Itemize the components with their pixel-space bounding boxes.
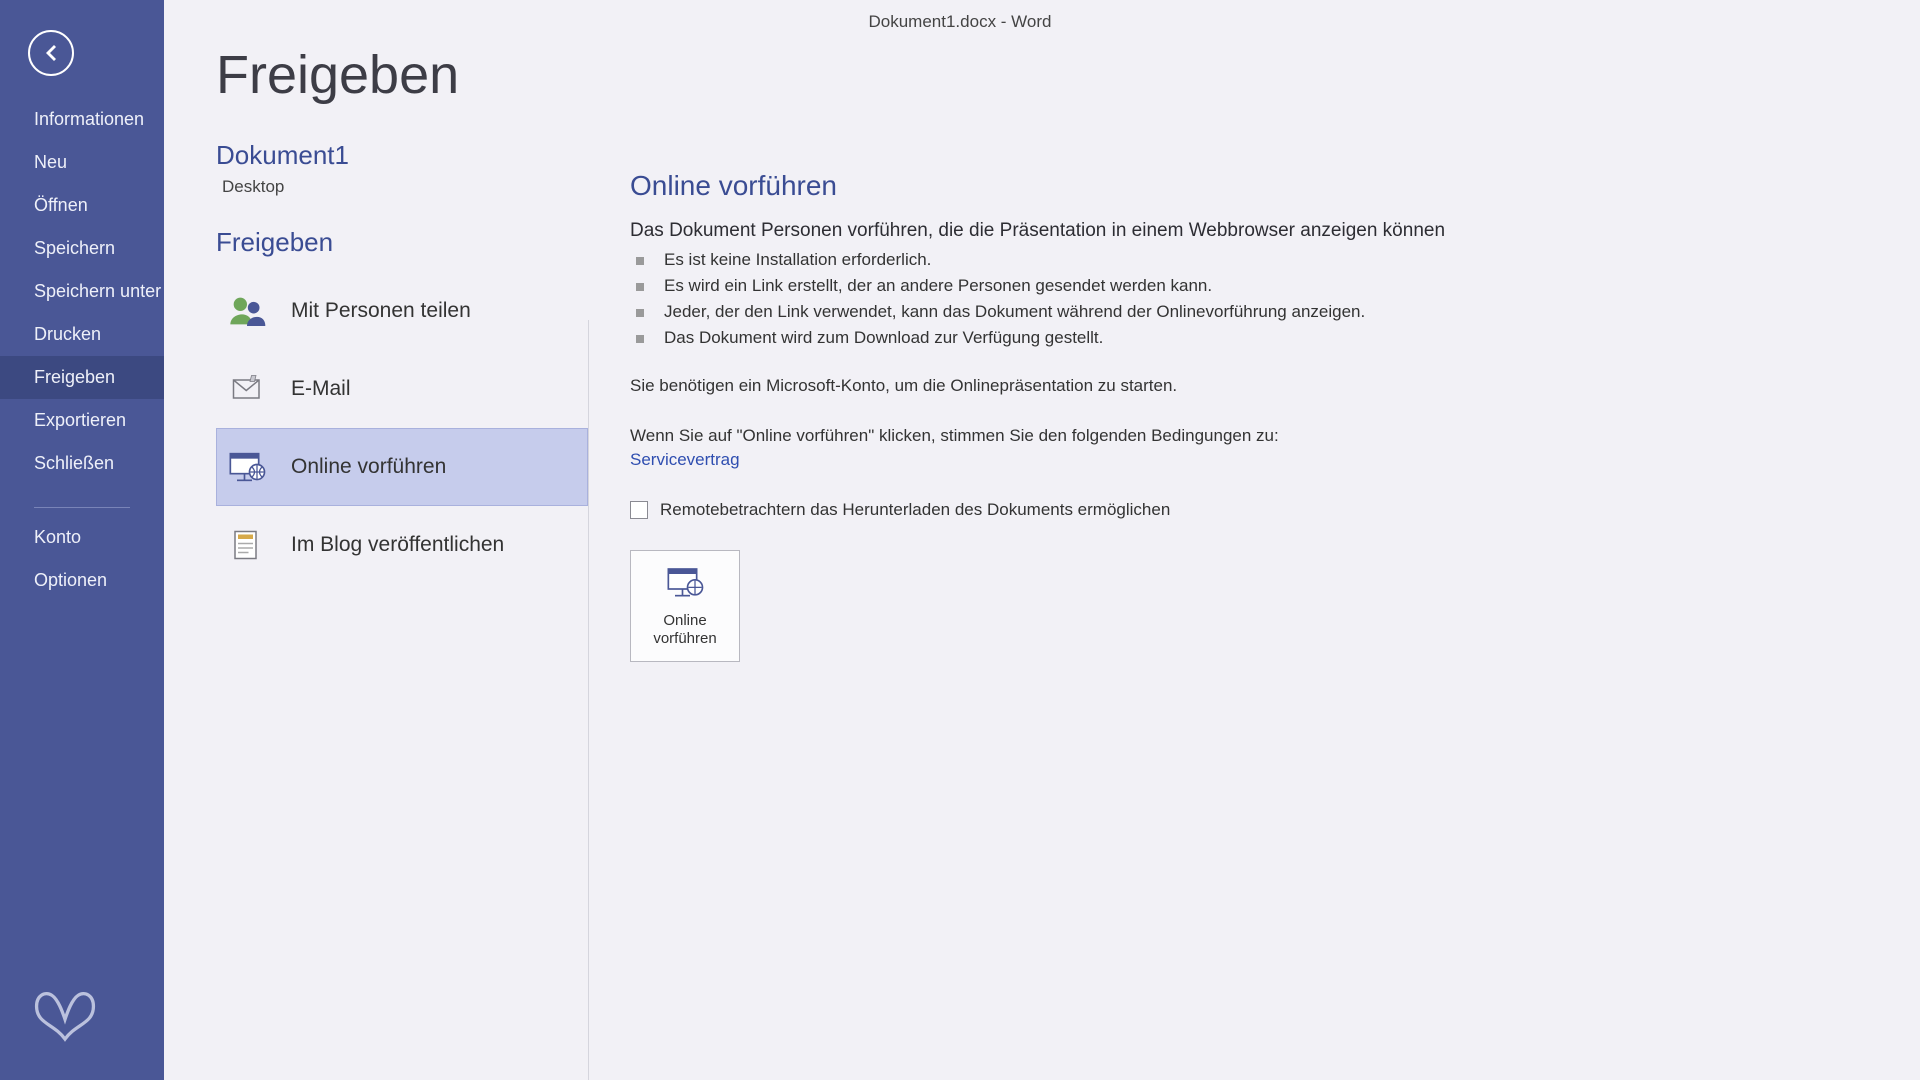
detail-bullet: Jeder, der den Link verwendet, kann das … [630,302,1880,322]
service-agreement-link[interactable]: Servicevertrag [630,450,1880,470]
document-location: Desktop [222,177,588,197]
document-name: Dokument1 [216,140,588,171]
detail-agree-text: Wenn Sie auf "Online vorführen" klicken,… [630,426,1880,446]
present-online-button-label: Online vorführen [637,612,733,648]
nav-share[interactable]: Freigeben [0,356,164,399]
bullet-icon [636,283,644,291]
butterfly-icon [30,980,100,1050]
bullet-icon [636,309,644,317]
nav-separator [34,507,130,508]
detail-bullets: Es ist keine Installation erforderlich. … [630,250,1880,348]
present-online-button[interactable]: Online vorführen [630,550,740,662]
nav-list-secondary: Konto Optionen [0,516,164,602]
nav-close[interactable]: Schließen [0,442,164,485]
detail-bullet-text: Es ist keine Installation erforderlich. [664,250,931,270]
present-online-button-icon [663,564,707,604]
detail-bullet: Es ist keine Installation erforderlich. [630,250,1880,270]
present-online-icon [227,447,267,487]
detail-bullet-text: Es wird ein Link erstellt, der an andere… [664,276,1212,296]
share-option-people[interactable]: Mit Personen teilen [216,272,588,350]
people-icon [227,291,267,331]
detail-bullet: Das Dokument wird zum Download zur Verfü… [630,328,1880,348]
nav-options[interactable]: Optionen [0,559,164,602]
share-option-present-online[interactable]: Online vorführen [216,428,588,506]
detail-bullet: Es wird ein Link erstellt, der an andere… [630,276,1880,296]
share-option-label: Im Blog veröffentlichen [291,533,504,557]
blog-icon [227,525,267,565]
allow-download-checkbox[interactable] [630,501,648,519]
sidebar-bottom [0,980,164,1080]
nav-saveas[interactable]: Speichern unter [0,270,164,313]
nav-new[interactable]: Neu [0,141,164,184]
nav-print[interactable]: Drucken [0,313,164,356]
detail-pane: Online vorführen Das Dokument Personen v… [588,0,1920,1080]
page-title: Freigeben [216,44,588,106]
nav-account[interactable]: Konto [0,516,164,559]
back-arrow-icon [39,41,63,65]
share-option-label: E-Mail [291,377,351,401]
share-option-label: Online vorführen [291,455,446,479]
nav-save[interactable]: Speichern [0,227,164,270]
detail-account-note: Sie benötigen ein Microsoft-Konto, um di… [630,376,1880,396]
share-column: Freigeben Dokument1 Desktop Freigeben Mi… [164,0,588,1080]
bullet-icon [636,335,644,343]
detail-heading: Online vorführen [630,170,1880,202]
detail-bullet-text: Jeder, der den Link verwendet, kann das … [664,302,1365,322]
back-button[interactable] [28,30,74,76]
share-option-blog[interactable]: Im Blog veröffentlichen [216,506,588,584]
allow-download-row: Remotebetrachtern das Herunterladen des … [630,500,1880,520]
nav-info[interactable]: Informationen [0,98,164,141]
share-option-list: Mit Personen teilen E-Mail Online vorfüh… [216,272,588,584]
detail-lead: Das Dokument Personen vorführen, die die… [630,220,1880,242]
share-option-label: Mit Personen teilen [291,299,471,323]
share-option-email[interactable]: E-Mail [216,350,588,428]
allow-download-label: Remotebetrachtern das Herunterladen des … [660,500,1170,520]
nav-export[interactable]: Exportieren [0,399,164,442]
email-icon [227,369,267,409]
share-section-heading: Freigeben [216,227,588,258]
backstage-sidebar: Informationen Neu Öffnen Speichern Speic… [0,0,164,1080]
detail-bullet-text: Das Dokument wird zum Download zur Verfü… [664,328,1103,348]
nav-list: Informationen Neu Öffnen Speichern Speic… [0,98,164,485]
bullet-icon [636,257,644,265]
column-divider [588,320,589,1080]
nav-open[interactable]: Öffnen [0,184,164,227]
